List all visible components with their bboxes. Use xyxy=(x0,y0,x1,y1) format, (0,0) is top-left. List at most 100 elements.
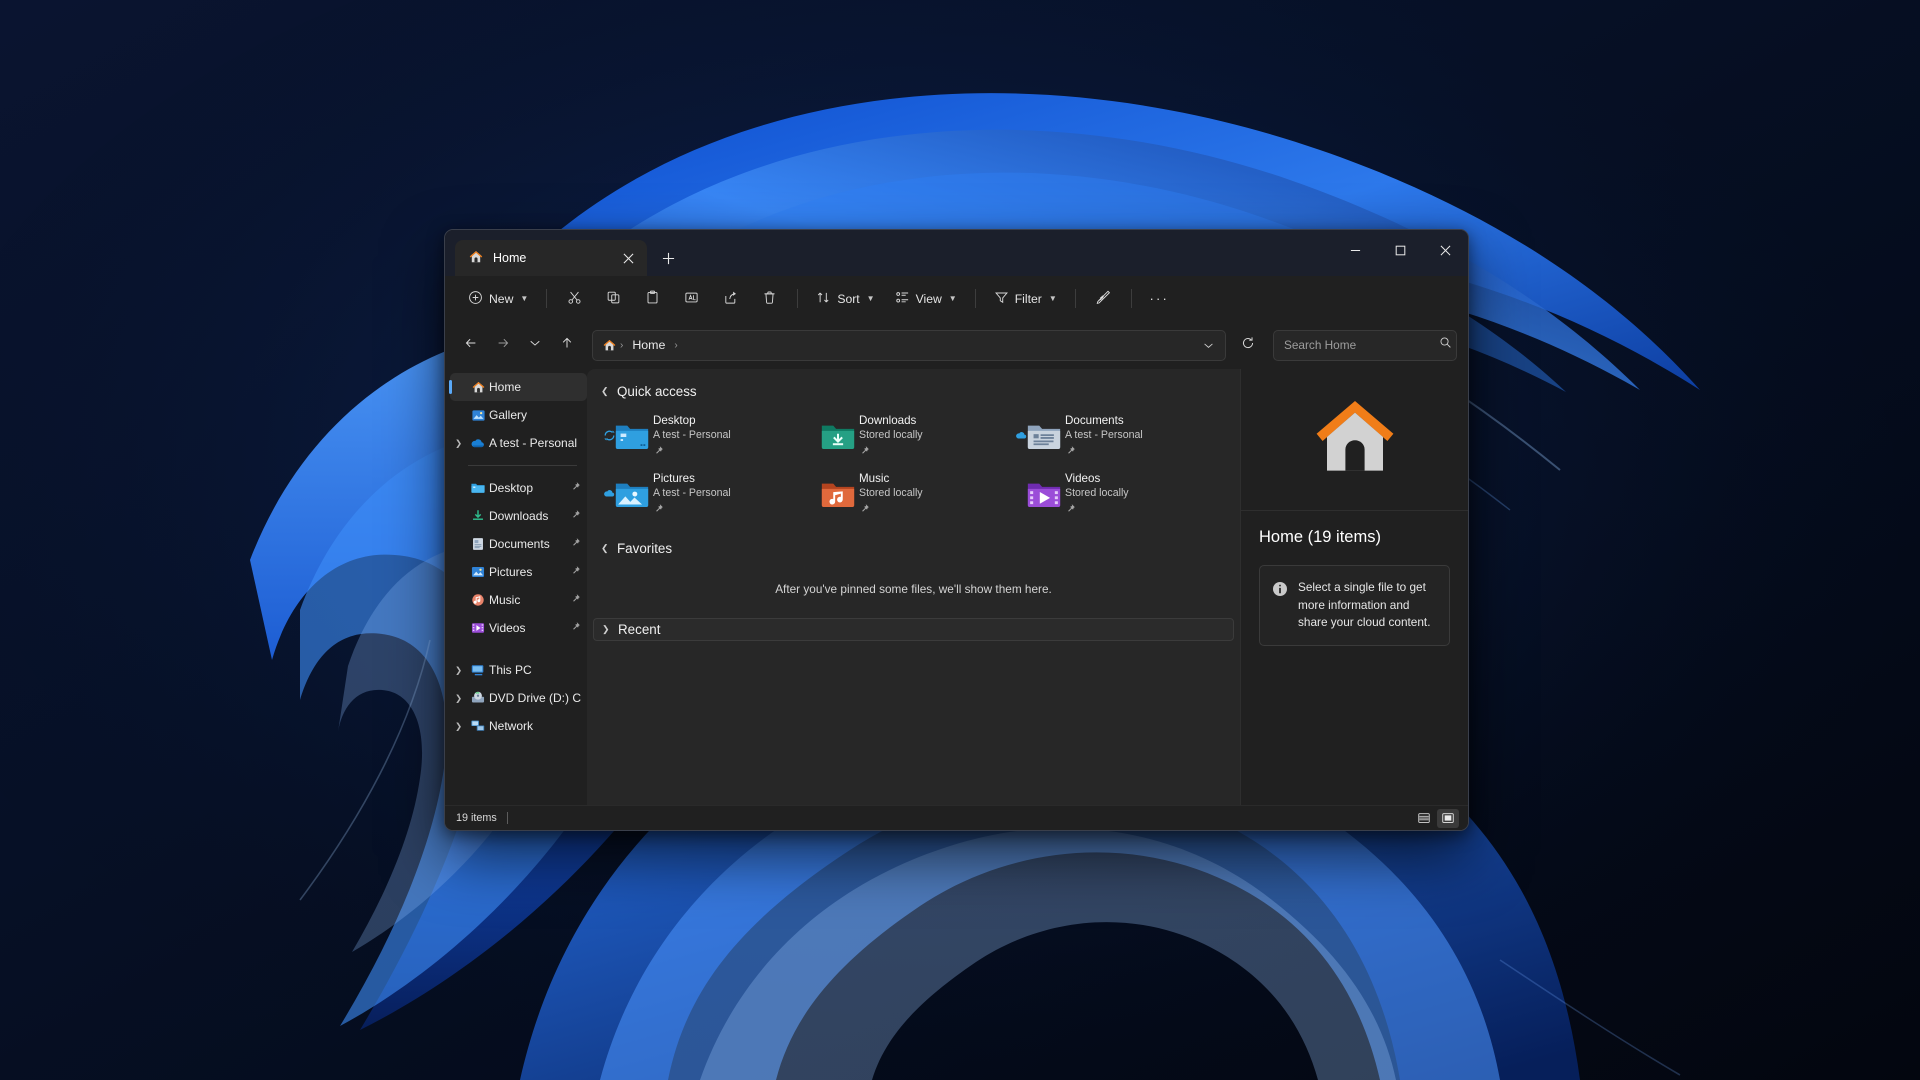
home-icon xyxy=(600,338,617,353)
refresh-button[interactable] xyxy=(1232,330,1263,361)
view-icon xyxy=(895,290,910,308)
details-pane: Home (19 items) Select a single file to … xyxy=(1240,369,1468,805)
minimize-button[interactable] xyxy=(1333,230,1378,270)
chevron-down-icon[interactable] xyxy=(1195,333,1221,358)
delete-button[interactable] xyxy=(751,283,788,314)
sidebar-item-label: Videos xyxy=(489,621,526,635)
quick-access-tile-documents[interactable]: Documents A test - Personal xyxy=(1013,408,1219,466)
sidebar-item-downloads[interactable]: Downloads xyxy=(450,502,587,530)
quick-access-tile-music[interactable]: Music Stored locally xyxy=(807,466,1013,524)
quick-access-tile-desktop[interactable]: Desktop A test - Personal xyxy=(601,408,807,466)
tile-icon-wrap xyxy=(1017,473,1063,517)
tile-name: Downloads xyxy=(859,414,917,427)
sidebar-item-documents[interactable]: Documents xyxy=(450,530,587,558)
sidebar-item-videos[interactable]: Videos xyxy=(450,614,587,642)
chevron-down-icon[interactable]: ❮ xyxy=(601,543,611,554)
sidebar-item-dvd-drive[interactable]: ❯ DVD Drive (D:) CCC xyxy=(450,684,587,712)
address-bar-row: › Home › xyxy=(445,321,1468,369)
chevron-down-icon: ▼ xyxy=(520,294,529,303)
search-icon[interactable] xyxy=(1439,336,1452,354)
sidebar-item-label: Home xyxy=(489,380,522,394)
search-box[interactable] xyxy=(1273,329,1457,361)
chevron-right-icon[interactable]: ❯ xyxy=(450,721,467,732)
arrow-right-icon xyxy=(496,336,510,355)
onedrive-cloud-icon xyxy=(467,435,489,451)
chevron-down-icon: ▼ xyxy=(866,294,875,303)
share-button[interactable] xyxy=(712,283,749,314)
status-divider xyxy=(506,812,508,824)
close-button[interactable] xyxy=(1423,230,1468,270)
pin-icon[interactable] xyxy=(570,621,581,635)
pin-icon[interactable] xyxy=(570,593,581,607)
music-folder-icon xyxy=(467,592,489,608)
toolbar-divider xyxy=(797,289,799,308)
large-icons-view-button[interactable] xyxy=(1437,808,1459,828)
sidebar-item-network[interactable]: ❯ Network xyxy=(450,712,587,740)
sidebar-item-pictures[interactable]: Pictures xyxy=(450,558,587,586)
sidebar-item-desktop[interactable]: Desktop xyxy=(450,474,587,502)
recent-locations-button[interactable] xyxy=(519,330,550,361)
rename-icon xyxy=(684,290,699,308)
view-button[interactable]: View ▼ xyxy=(886,283,966,314)
pin-icon[interactable] xyxy=(570,481,581,495)
sidebar-item-a-test-personal[interactable]: ❯ A test - Personal xyxy=(450,429,587,457)
details-view-button[interactable] xyxy=(1413,809,1435,828)
content-pane: ❮ Quick access Desktop A test - Personal… xyxy=(587,369,1240,805)
rename-button[interactable] xyxy=(673,283,710,314)
pin-icon xyxy=(1065,501,1129,519)
videos-folder-icon xyxy=(467,620,489,636)
chevron-right-icon[interactable]: ❯ xyxy=(450,438,467,449)
back-button[interactable] xyxy=(455,330,486,361)
new-button[interactable]: New ▼ xyxy=(459,283,537,314)
tile-subtitle: A test - Personal xyxy=(653,429,731,441)
info-icon xyxy=(1272,581,1288,632)
tile-subtitle: Stored locally xyxy=(859,429,923,441)
group-button[interactable] xyxy=(1085,283,1122,314)
sort-button[interactable]: Sort ▼ xyxy=(807,283,883,314)
chevron-right-icon[interactable]: ❯ xyxy=(450,693,467,704)
quick-access-tile-downloads[interactable]: Downloads Stored locally xyxy=(807,408,1013,466)
paste-button[interactable] xyxy=(634,283,671,314)
close-icon[interactable] xyxy=(617,247,639,269)
status-item-count: 19 items xyxy=(456,812,497,824)
tab-home[interactable]: Home xyxy=(455,240,647,276)
up-button[interactable] xyxy=(551,330,582,361)
forward-button[interactable] xyxy=(487,330,518,361)
copy-icon xyxy=(606,290,621,308)
chevron-right-icon[interactable]: ❯ xyxy=(602,624,612,635)
sidebar-item-home[interactable]: Home xyxy=(449,373,587,401)
chevron-down-icon[interactable]: ❮ xyxy=(601,386,611,397)
breadcrumb[interactable]: › Home › xyxy=(592,329,1226,361)
favorites-header[interactable]: ❮ Favorites xyxy=(593,538,1234,559)
recent-label: Recent xyxy=(618,622,661,637)
quick-access-header[interactable]: ❮ Quick access xyxy=(593,381,1234,402)
details-body: Home (19 items) Select a single file to … xyxy=(1241,511,1468,646)
search-input[interactable] xyxy=(1284,338,1439,352)
sidebar-item-gallery[interactable]: Gallery xyxy=(450,401,587,429)
chevron-down-icon: ▼ xyxy=(1048,294,1057,303)
sidebar-item-label: Music xyxy=(489,593,521,607)
maximize-button[interactable] xyxy=(1378,230,1423,270)
sidebar-item-this-pc[interactable]: ❯ This PC xyxy=(450,656,587,684)
pin-icon[interactable] xyxy=(570,537,581,551)
tile-text: Music Stored locally xyxy=(857,471,923,519)
breadcrumb-item-home[interactable]: Home xyxy=(626,336,671,354)
pin-icon[interactable] xyxy=(570,509,581,523)
cut-button[interactable] xyxy=(556,283,593,314)
tile-subtitle: Stored locally xyxy=(859,487,923,499)
tile-icon-wrap xyxy=(604,415,651,459)
recent-header[interactable]: ❯ Recent xyxy=(593,618,1234,641)
pin-icon[interactable] xyxy=(570,565,581,579)
see-more-button[interactable]: ··· xyxy=(1141,283,1178,314)
ellipsis-icon: ··· xyxy=(1149,291,1170,306)
pin-icon xyxy=(653,443,731,461)
copy-button[interactable] xyxy=(595,283,632,314)
quick-access-tile-pictures[interactable]: Pictures A test - Personal xyxy=(601,466,807,524)
quick-access-tile-videos[interactable]: Videos Stored locally xyxy=(1013,466,1219,524)
chevron-right-icon[interactable]: ❯ xyxy=(450,665,467,676)
new-tab-button[interactable] xyxy=(652,242,684,274)
tile-name: Videos xyxy=(1065,472,1101,485)
sidebar-item-music[interactable]: Music xyxy=(450,586,587,614)
tile-name: Desktop xyxy=(653,414,696,427)
filter-button[interactable]: Filter ▼ xyxy=(985,283,1066,314)
